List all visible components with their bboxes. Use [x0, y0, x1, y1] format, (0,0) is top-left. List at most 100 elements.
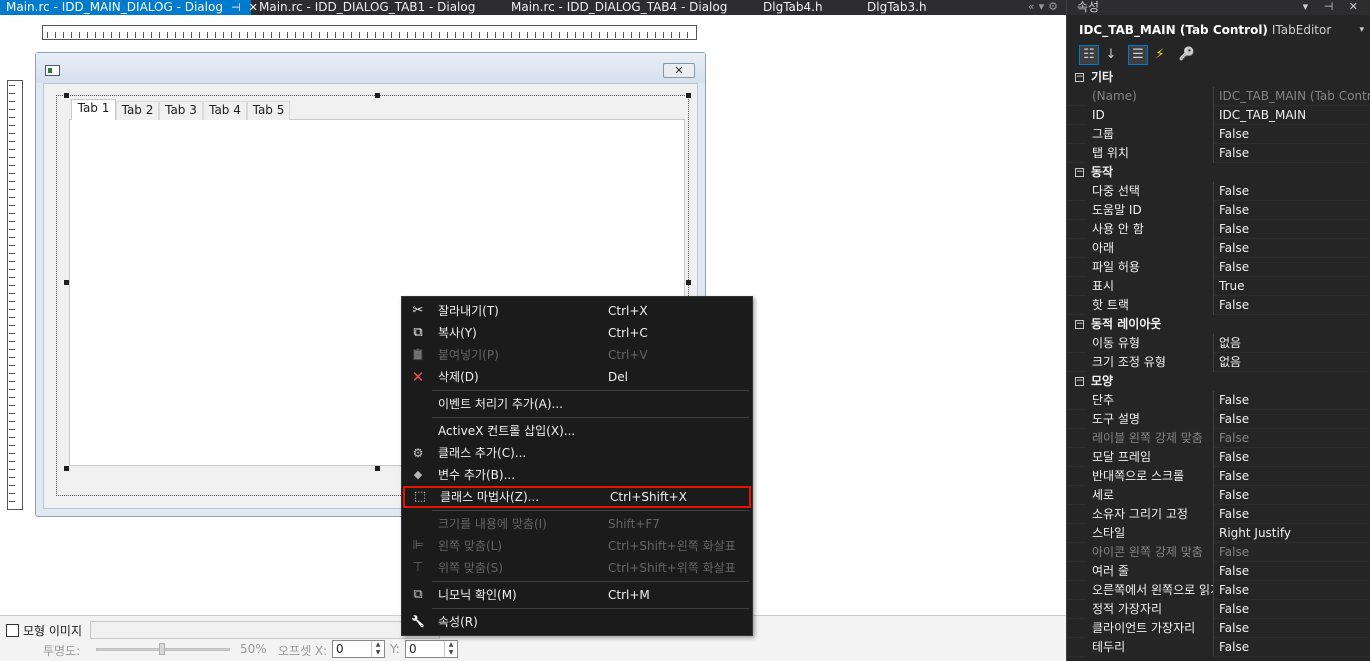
events-icon[interactable]: ⚡: [1150, 45, 1170, 65]
menu-item-check-mnemonics[interactable]: ⧉ 니모닉 확인(M) Ctrl+M: [403, 584, 751, 606]
tab-3[interactable]: Tab 3: [159, 101, 203, 120]
property-value[interactable]: Right Justify: [1215, 524, 1370, 543]
property-row[interactable]: 여러 줄 False: [1067, 562, 1370, 581]
doc-tab-dialog-tab4[interactable]: Main.rc - IDD_DIALOG_TAB4 - Dialog: [505, 0, 727, 15]
pin-icon[interactable]: ⊣: [231, 1, 241, 14]
property-row[interactable]: 정적 가장자리 False: [1067, 600, 1370, 619]
property-row[interactable]: 클라이언트 가장자리 False: [1067, 619, 1370, 638]
property-row[interactable]: 반대쪽으로 스크롤 False: [1067, 467, 1370, 486]
property-row[interactable]: 이동 유형 없음: [1067, 334, 1370, 353]
panel-window-buttons[interactable]: ▾ ⊣ ✕: [1303, 0, 1364, 14]
property-value[interactable]: False: [1215, 429, 1370, 448]
menu-item-add-event-handler[interactable]: 이벤트 처리기 추가(A)...: [403, 393, 751, 415]
property-value[interactable]: False: [1215, 600, 1370, 619]
spin-arrows-icon[interactable]: ▲ ▼: [444, 641, 457, 657]
property-row[interactable]: 도움말 ID False: [1067, 201, 1370, 220]
property-row[interactable]: 도구 설명 False: [1067, 410, 1370, 429]
doc-tab-dlgtab4-h[interactable]: DlgTab4.h: [757, 0, 823, 15]
property-value[interactable]: 없음: [1215, 334, 1370, 353]
menu-item-delete[interactable]: ✕ 삭제(D) Del: [403, 366, 751, 388]
property-row[interactable]: 사용 안 함 False: [1067, 220, 1370, 239]
vertical-guide-ruler[interactable]: [7, 80, 23, 510]
property-value[interactable]: False: [1215, 220, 1370, 239]
property-category[interactable]: − 모양: [1067, 372, 1370, 391]
property-value[interactable]: False: [1215, 258, 1370, 277]
property-value[interactable]: False: [1215, 448, 1370, 467]
resize-handle[interactable]: [686, 93, 691, 98]
property-row[interactable]: 크기 조정 유형 없음: [1067, 353, 1370, 372]
doc-tab-main-dialog[interactable]: Main.rc - IDD_MAIN_DIALOG - Dialog ⊣ ✕: [0, 0, 258, 15]
menu-item-align-top[interactable]: ⊤ 위쪽 맞춤(S) Ctrl+Shift+위쪽 화살표: [403, 557, 751, 579]
object-selector-dropdown[interactable]: IDC_TAB_MAIN (Tab Control) ITabEditor ▾: [1067, 19, 1370, 41]
menu-item-align-left[interactable]: ⊫ 왼쪽 맞춤(L) Ctrl+Shift+왼쪽 화살표: [403, 535, 751, 557]
horizontal-guide-ruler[interactable]: [42, 25, 697, 40]
property-row[interactable]: 단추 False: [1067, 391, 1370, 410]
property-value[interactable]: False: [1215, 562, 1370, 581]
collapse-toggle-icon[interactable]: −: [1075, 168, 1084, 177]
property-value[interactable]: False: [1215, 201, 1370, 220]
property-value[interactable]: False: [1215, 410, 1370, 429]
property-value[interactable]: False: [1215, 581, 1370, 600]
resize-handle[interactable]: [375, 466, 380, 471]
property-row[interactable]: 표시 True: [1067, 277, 1370, 296]
property-row[interactable]: 레이블 왼쪽 강제 맞춤 False: [1067, 429, 1370, 448]
menu-item-size-to-content[interactable]: 크기를 내용에 맞춤(I) Shift+F7: [403, 513, 751, 535]
property-row[interactable]: 세로 False: [1067, 486, 1370, 505]
property-value[interactable]: False: [1215, 391, 1370, 410]
chevron-down-icon[interactable]: ▾: [1359, 19, 1364, 41]
property-value[interactable]: False: [1215, 144, 1370, 163]
tab-2[interactable]: Tab 2: [116, 101, 159, 120]
offset-y-spinner[interactable]: 0 ▲ ▼: [405, 640, 458, 658]
collapse-toggle-icon[interactable]: −: [1075, 320, 1084, 329]
resize-handle[interactable]: [64, 466, 69, 471]
collapse-toggle-icon[interactable]: −: [1075, 377, 1084, 386]
property-value[interactable]: False: [1215, 543, 1370, 562]
dialog-close-button[interactable]: ✕: [663, 63, 695, 78]
menu-item-class-wizard[interactable]: ⬚ 클래스 마법사(Z)... Ctrl+Shift+X: [403, 486, 751, 508]
menu-item-properties[interactable]: 🔧 속성(R): [403, 611, 751, 633]
doc-tab-dialog-tab1[interactable]: Main.rc - IDD_DIALOG_TAB1 - Dialog: [253, 0, 475, 15]
resize-handle[interactable]: [375, 93, 380, 98]
alphabetical-icon[interactable]: ↓: [1101, 45, 1121, 65]
property-row[interactable]: ID IDC_TAB_MAIN: [1067, 106, 1370, 125]
opacity-slider-thumb[interactable]: [159, 643, 165, 655]
mockup-image-checkbox[interactable]: [6, 624, 19, 637]
property-value[interactable]: False: [1215, 296, 1370, 315]
menu-item-copy[interactable]: ⧉ 복사(Y) Ctrl+C: [403, 322, 751, 344]
menu-item-add-class[interactable]: ⚙ 클래스 추가(C)...: [403, 442, 751, 464]
mockup-image-path-field[interactable]: [90, 621, 440, 639]
menu-item-cut[interactable]: ✂ 잘라내기(T) Ctrl+X: [403, 300, 751, 322]
resize-handle[interactable]: [64, 93, 69, 98]
property-row[interactable]: 오른쪽에서 왼쪽으로 읽기 False: [1067, 581, 1370, 600]
property-value[interactable]: False: [1215, 619, 1370, 638]
property-row[interactable]: 파일 허용 False: [1067, 258, 1370, 277]
resize-handle[interactable]: [686, 280, 691, 285]
property-value[interactable]: IDC_TAB_MAIN (Tab Control): [1215, 87, 1370, 106]
property-row[interactable]: 탭 위치 False: [1067, 144, 1370, 163]
menu-item-add-variable[interactable]: ◆ 변수 추가(B)...: [403, 464, 751, 486]
property-row[interactable]: 아이콘 왼쪽 강제 맞춤 False: [1067, 543, 1370, 562]
property-row[interactable]: 핫 트랙 False: [1067, 296, 1370, 315]
property-row[interactable]: 테두리 False: [1067, 638, 1370, 657]
property-row[interactable]: 아래 False: [1067, 239, 1370, 258]
property-row[interactable]: 소유자 그리기 고정 False: [1067, 505, 1370, 524]
property-category[interactable]: − 기타: [1067, 68, 1370, 87]
property-value[interactable]: False: [1215, 182, 1370, 201]
property-value[interactable]: False: [1215, 505, 1370, 524]
property-value[interactable]: False: [1215, 239, 1370, 258]
doc-tab-dlgtab3-h[interactable]: DlgTab3.h: [861, 0, 927, 15]
spin-arrows-icon[interactable]: ▲ ▼: [371, 641, 384, 657]
property-value[interactable]: False: [1215, 125, 1370, 144]
property-row[interactable]: (Name) IDC_TAB_MAIN (Tab Control): [1067, 87, 1370, 106]
property-value[interactable]: IDC_TAB_MAIN: [1215, 106, 1370, 125]
tab-4[interactable]: Tab 4: [203, 101, 247, 120]
property-value[interactable]: False: [1215, 486, 1370, 505]
properties-icon[interactable]: ☰: [1128, 45, 1148, 65]
tab-1[interactable]: Tab 1: [71, 99, 116, 120]
property-row[interactable]: 그룹 False: [1067, 125, 1370, 144]
property-category[interactable]: − 동작: [1067, 163, 1370, 182]
property-value[interactable]: False: [1215, 467, 1370, 486]
tab-5[interactable]: Tab 5: [247, 101, 290, 120]
property-row[interactable]: 모달 프레임 False: [1067, 448, 1370, 467]
menu-item-insert-activex[interactable]: ActiveX 컨트롤 삽입(X)...: [403, 420, 751, 442]
